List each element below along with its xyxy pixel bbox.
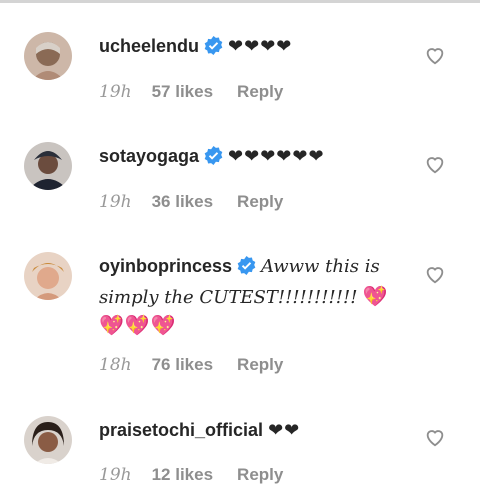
emoji-heart-row: 💖💖💖	[99, 315, 177, 337]
comment-body: ❤❤	[268, 420, 301, 440]
username[interactable]: oyinboprincess	[99, 256, 232, 276]
avatar[interactable]	[24, 252, 72, 300]
likes-count[interactable]: 36 likes	[152, 192, 213, 211]
comment-body: ❤❤❤❤❤❤	[228, 146, 325, 166]
likes-count[interactable]: 12 likes	[152, 465, 213, 484]
comment-body-line2: simply the CUTEST!!!!!!!!!!!	[99, 287, 358, 308]
verified-badge-icon	[204, 145, 223, 173]
avatar[interactable]	[24, 32, 72, 80]
timestamp[interactable]: 19h	[99, 192, 132, 212]
timestamp[interactable]: 19h	[99, 465, 132, 485]
username[interactable]: ucheelendu	[99, 36, 199, 56]
reply-button[interactable]: Reply	[237, 192, 283, 211]
verified-badge-icon	[237, 255, 256, 283]
reply-button[interactable]: Reply	[237, 82, 283, 101]
comment-text: praisetochi_official ❤❤	[99, 416, 419, 444]
comment-body-line1: Awww this is	[261, 256, 380, 277]
avatar[interactable]	[24, 416, 72, 464]
username[interactable]: sotayogaga	[99, 146, 199, 166]
timestamp[interactable]: 19h	[99, 82, 132, 102]
comment-meta: 19h 12 likes Reply	[99, 465, 283, 485]
comment-body: ❤❤❤❤	[228, 36, 293, 56]
comment-meta: 18h 76 likes Reply	[99, 355, 283, 375]
heart-outline-icon[interactable]	[424, 426, 446, 448]
likes-count[interactable]: 57 likes	[152, 82, 213, 101]
username[interactable]: praisetochi_official	[99, 420, 263, 440]
comment-text: sotayogaga ❤❤❤❤❤❤	[99, 142, 399, 173]
reply-button[interactable]: Reply	[237, 355, 283, 374]
timestamp[interactable]: 18h	[99, 355, 132, 375]
comment-text: oyinboprincess Awww this is simply the CU…	[99, 252, 409, 340]
reply-button[interactable]: Reply	[237, 465, 283, 484]
comment-text: ucheelendu ❤❤❤❤	[99, 32, 399, 63]
top-divider	[0, 0, 480, 3]
heart-outline-icon[interactable]	[424, 44, 446, 66]
heart-outline-icon[interactable]	[424, 263, 446, 285]
emoji-heart: 💖	[362, 286, 389, 308]
heart-outline-icon[interactable]	[424, 153, 446, 175]
avatar[interactable]	[24, 142, 72, 190]
likes-count[interactable]: 76 likes	[152, 355, 213, 374]
verified-badge-icon	[204, 35, 223, 63]
comment-meta: 19h 57 likes Reply	[99, 82, 283, 102]
comment-meta: 19h 36 likes Reply	[99, 192, 283, 212]
